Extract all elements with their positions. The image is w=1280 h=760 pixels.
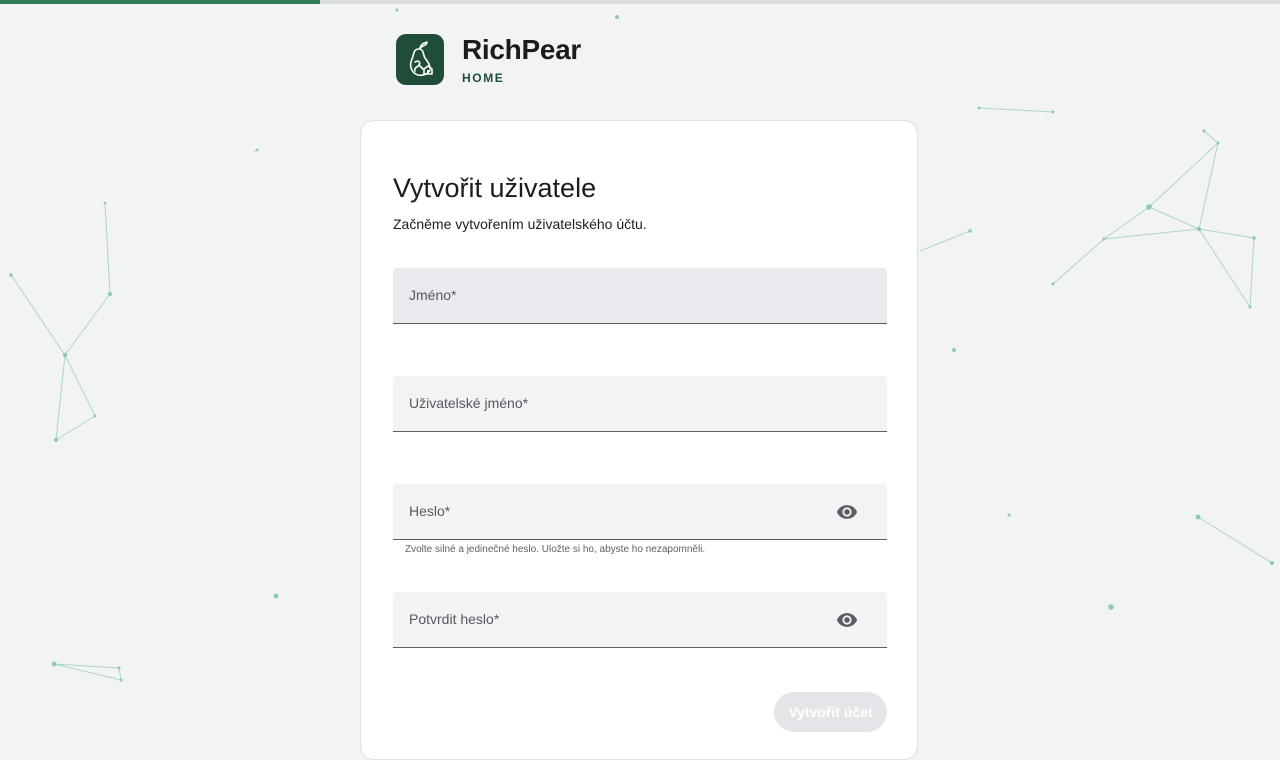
password-hint: Zvolte silné a jedinečné heslo. Uložte s… (405, 544, 706, 555)
brand-name: RichPear (462, 33, 581, 65)
name-field-label: Jméno* (409, 287, 457, 303)
page-subtitle: Začněme vytvořením uživatelského účtu. (393, 216, 647, 232)
password-field[interactable]: Heslo* (393, 484, 887, 540)
create-account-button[interactable]: Vytvořit účet (774, 692, 887, 732)
confirm-password-field[interactable]: Potvrdit heslo* (393, 592, 887, 648)
page-title: Vytvořit uživatele (393, 173, 597, 203)
password-field-label: Heslo* (409, 503, 451, 519)
create-user-card: Vytvořit uživatele Začněme vytvořením už… (360, 120, 918, 760)
eye-icon[interactable] (835, 609, 859, 631)
name-field[interactable]: Jméno* (393, 268, 887, 324)
username-field-label: Uživatelské jméno* (409, 395, 529, 411)
confirm-password-field-label: Potvrdit heslo* (409, 611, 500, 627)
username-field[interactable]: Uživatelské jméno* (393, 376, 887, 432)
brand-header: RichPear HOME (396, 34, 581, 85)
eye-icon[interactable] (835, 501, 859, 523)
brand-subtitle: HOME (462, 70, 505, 85)
brand-text: RichPear HOME (462, 33, 581, 85)
pear-house-logo-icon (396, 34, 444, 85)
